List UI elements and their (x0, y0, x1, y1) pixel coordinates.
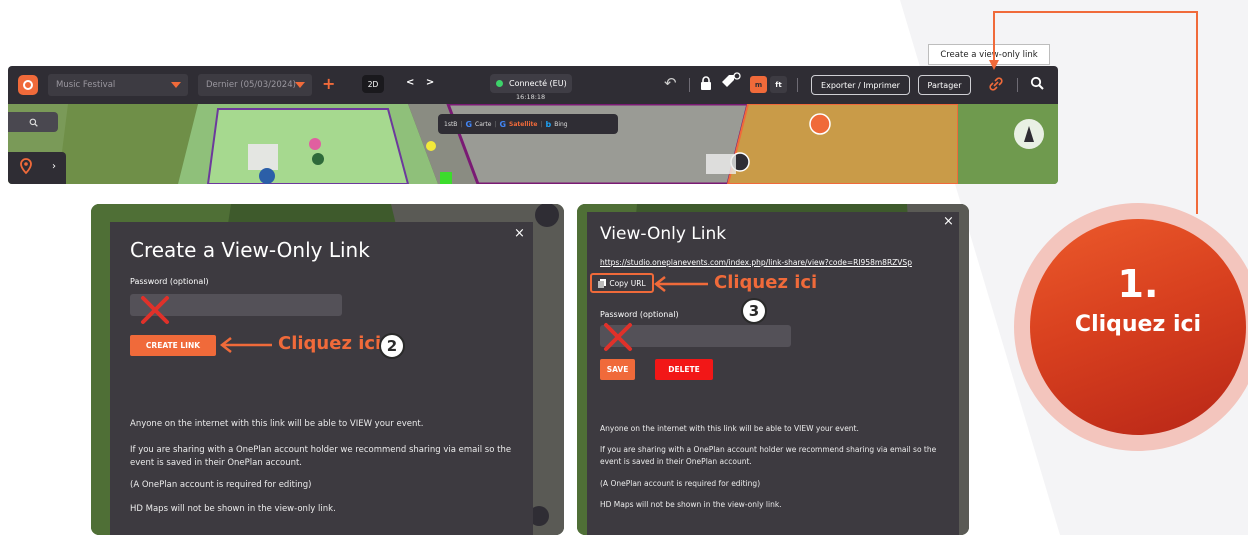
view-only-link-dialog: × View-Only Link https://studio.oneplane… (587, 212, 959, 535)
copy-icon (598, 278, 607, 288)
info-line: (A OnePlan account is required for editi… (130, 480, 312, 490)
info-line: (A OnePlan account is required for editi… (600, 479, 761, 488)
info-line: If you are sharing with a OnePlan accoun… (130, 445, 512, 468)
step-2-badge: 2 (379, 333, 405, 359)
info-line: Anyone on the internet with this link wi… (130, 419, 424, 429)
click-here-label: Cliquez ici (714, 272, 818, 293)
info-line: Anyone on the internet with this link wi… (600, 424, 859, 433)
cross-mark-icon (604, 323, 632, 351)
info-line: If you are sharing with a OnePlan accoun… (600, 445, 937, 466)
create-link-button[interactable]: CREATE LINK (130, 335, 216, 356)
dialog-title: View-Only Link (600, 224, 727, 244)
step-3-badge: 3 (741, 298, 767, 324)
cross-mark-icon (141, 296, 169, 324)
close-icon[interactable]: × (943, 214, 954, 229)
password-label: Password (optional) (600, 310, 679, 319)
copy-url-button[interactable]: Copy URL (590, 273, 654, 293)
copy-url-label: Copy URL (609, 278, 646, 288)
delete-button[interactable]: DELETE (655, 359, 713, 380)
arrow-left-icon (219, 337, 272, 353)
create-view-only-link-dialog: × Create a View-Only Link Password (opti… (110, 222, 533, 535)
arrow-left-icon (653, 276, 708, 292)
close-icon[interactable]: × (514, 226, 525, 241)
save-button[interactable]: SAVE (600, 359, 635, 380)
password-label: Password (optional) (130, 277, 209, 286)
dialog-title: Create a View-Only Link (130, 238, 370, 262)
share-url-link[interactable]: https://studio.oneplanevents.com/index.p… (600, 258, 912, 267)
step-1-number: 1. (1117, 262, 1159, 306)
view-only-link-screenshot: × View-Only Link https://studio.oneplane… (577, 204, 969, 535)
step-1-label: Cliquez ici (1074, 312, 1202, 337)
create-link-screenshot: × Create a View-Only Link Password (opti… (91, 204, 564, 535)
click-here-label: Cliquez ici (278, 333, 382, 354)
info-line: HD Maps will not be shown in the view-on… (600, 500, 782, 509)
info-line: HD Maps will not be shown in the view-on… (130, 504, 336, 514)
